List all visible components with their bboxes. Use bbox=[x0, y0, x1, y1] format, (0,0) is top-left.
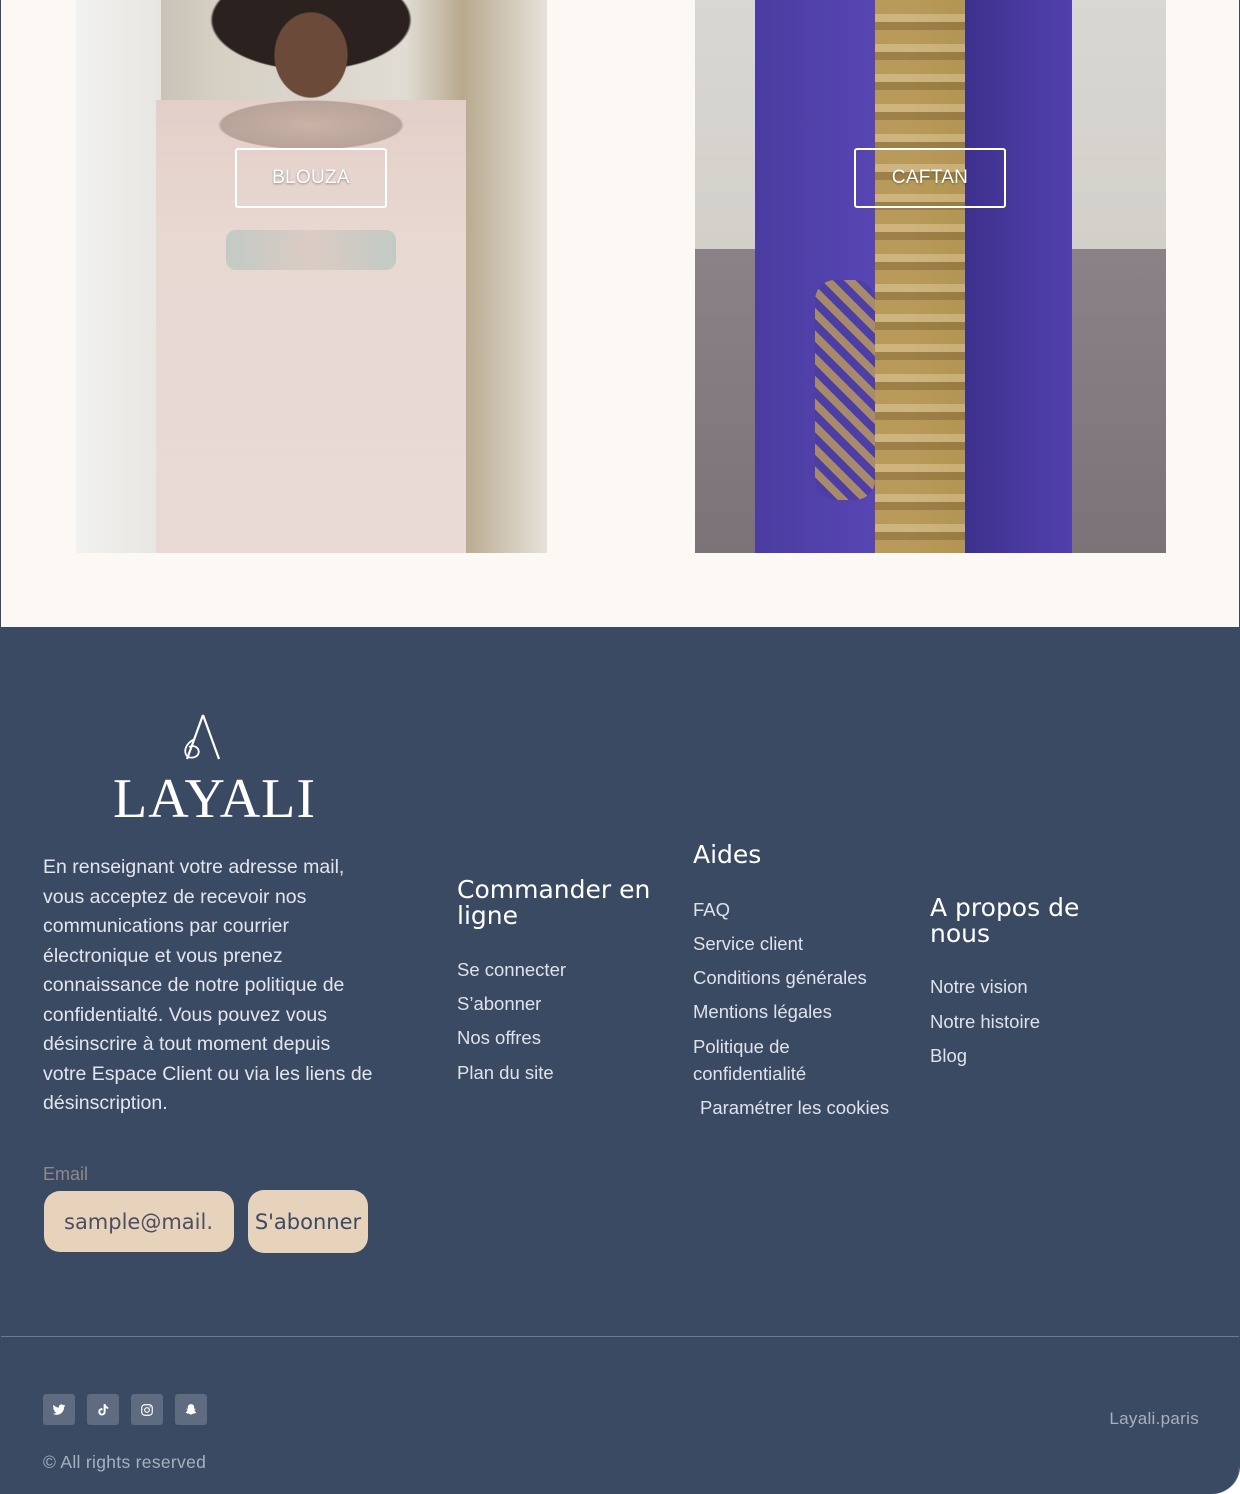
logo-wordmark: LAYALI bbox=[113, 768, 317, 830]
social-links bbox=[43, 1394, 207, 1426]
caftan-photo bbox=[695, 0, 1166, 553]
link-se-connecter[interactable]: Se connecter bbox=[457, 956, 566, 983]
site-footer: LAYALI En renseignant votre adresse mail… bbox=[1, 627, 1239, 1494]
product-card-caftan[interactable]: CAFTAN bbox=[695, 0, 1166, 553]
layali-logo[interactable]: LAYALI bbox=[113, 711, 317, 831]
product-card-blouza[interactable]: BLOUZA bbox=[76, 0, 547, 553]
newsletter-intro: En renseignant votre adresse mail, vous … bbox=[43, 856, 373, 1114]
page: BLOUZA CAFTAN LAYALI En renseignant votr… bbox=[0, 0, 1240, 1494]
email-label: Email bbox=[43, 1164, 89, 1184]
link-politique-confidentialite[interactable]: Politique de confidentialité bbox=[693, 1033, 843, 1087]
link-notre-vision[interactable]: Notre vision bbox=[930, 973, 1028, 1000]
column-title-apropos: A propos de nous bbox=[930, 893, 1080, 948]
link-mentions-legales[interactable]: Mentions légales bbox=[693, 998, 832, 1025]
caftan-label[interactable]: CAFTAN bbox=[854, 148, 1006, 208]
footer-divider bbox=[1, 1336, 1239, 1337]
brand-url[interactable]: Layali.paris bbox=[1109, 1409, 1199, 1429]
link-conditions-generales[interactable]: Conditions générales bbox=[693, 964, 867, 991]
copyright-text: © All rights reserved bbox=[43, 1452, 207, 1472]
column-title-commander: Commander en ligne bbox=[457, 875, 651, 930]
instagram-icon[interactable] bbox=[131, 1394, 163, 1425]
logo-mark-icon bbox=[184, 714, 221, 760]
subscribe-button[interactable]: S'abonner bbox=[248, 1190, 368, 1253]
twitter-icon[interactable] bbox=[43, 1394, 75, 1425]
link-nos-offres[interactable]: Nos offres bbox=[457, 1024, 541, 1051]
column-title-aides: Aides bbox=[693, 840, 762, 869]
link-plan-du-site[interactable]: Plan du site bbox=[457, 1059, 554, 1086]
snapchat-icon[interactable] bbox=[175, 1394, 207, 1425]
tiktok-icon[interactable] bbox=[87, 1394, 119, 1425]
blouza-photo bbox=[76, 0, 547, 553]
link-blog[interactable]: Blog bbox=[930, 1042, 967, 1069]
link-faq[interactable]: FAQ bbox=[693, 896, 730, 923]
link-sabonner[interactable]: S’abonner bbox=[457, 990, 541, 1017]
blouza-label[interactable]: BLOUZA bbox=[235, 148, 387, 208]
link-parametrer-cookies[interactable]: Paramétrer les cookies bbox=[700, 1094, 889, 1121]
link-notre-histoire[interactable]: Notre histoire bbox=[930, 1008, 1040, 1035]
link-service-client[interactable]: Service client bbox=[693, 930, 803, 957]
email-input[interactable] bbox=[44, 1191, 234, 1252]
